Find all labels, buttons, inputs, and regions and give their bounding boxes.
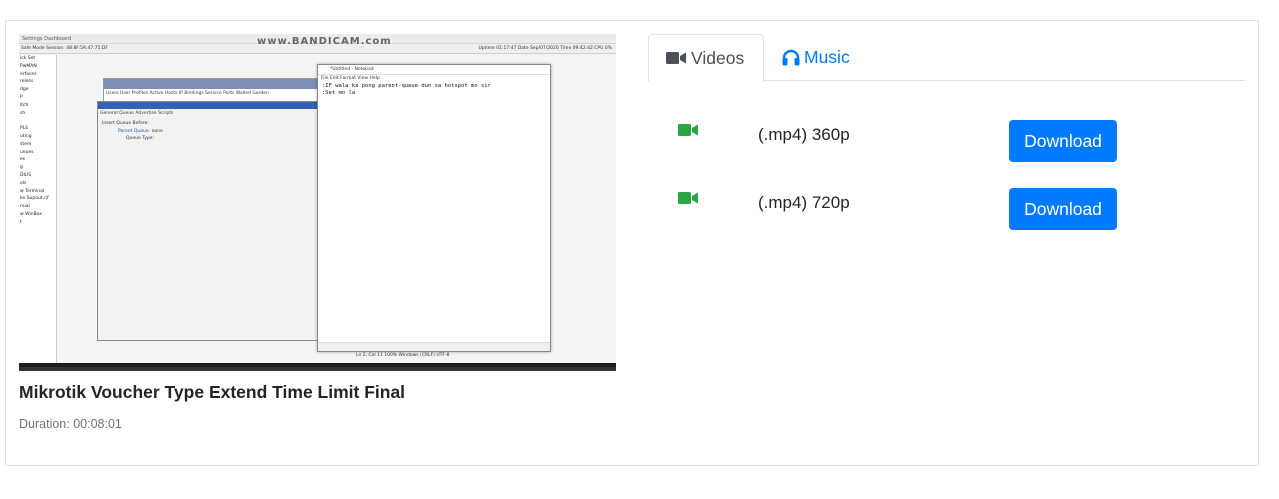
thumb-notepad-menu: File Edit Format View Help	[321, 76, 380, 81]
tab-videos[interactable]: Videos	[648, 34, 764, 82]
video-title: Mikrotik Voucher Type Extend Time Limit …	[19, 382, 406, 402]
thumb-field-label: Parent Queue:	[118, 129, 151, 134]
thumb-toolbar-text: Safe Mode Session: 48:8F:5A:47:75:DF	[21, 46, 108, 51]
thumb-sidebar-item: uting	[20, 133, 32, 139]
thumb-field-label: Queue Type:	[126, 136, 155, 141]
thumb-notepad-window: *Untitled - Notepad File Edit Format Vie…	[317, 64, 551, 358]
thumb-sidebar-item: dge	[20, 87, 29, 93]
thumb-sidebar-item: PwMAN	[20, 63, 37, 69]
format-label: (.mp4) 360p	[758, 125, 850, 144]
video-camera-icon	[678, 123, 699, 142]
thumb-sidebar-item: t	[20, 219, 22, 225]
thumb-sidebar-item: ueues	[20, 149, 34, 155]
thumb-notepad-title: *Untitled - Notepad	[318, 65, 550, 75]
thumb-sidebar-item: ick Set	[20, 56, 36, 61]
download-360p-button[interactable]: Download	[1009, 120, 1117, 162]
download-720p-button[interactable]: Download	[1009, 188, 1117, 230]
thumb-hotspot-tabs: Users User Profiles Active Hosts IP Bind…	[106, 91, 269, 96]
thumb-sidebar: ick Set PwMAN erfaces reless dge P itch …	[19, 55, 57, 367]
thumb-sidebar-item: w WinBox	[20, 211, 42, 217]
thumb-field-value: none	[151, 129, 163, 134]
tab-music[interactable]: Music	[764, 34, 867, 81]
format-label: (.mp4) 720p	[758, 193, 850, 212]
thumb-sidebar-item: reless	[20, 79, 34, 85]
video-duration: Duration: 00:08:01	[19, 417, 122, 431]
thumb-sidebar-item: P	[20, 94, 23, 100]
thumb-sidebar-item	[20, 117, 56, 125]
thumb-sidebar-item: sh	[20, 110, 26, 116]
thumb-sidebar-item: nual	[20, 204, 30, 210]
thumb-notepad-status-text: Ln 2, Col 11 100% Windows (CRLF) UTF-8	[356, 353, 450, 358]
format-tabs: Videos Music	[648, 34, 1245, 82]
video-thumbnail[interactable]: Settings Dashboard www.BANDICAM.com Safe…	[19, 34, 616, 371]
tab-videos-label: Videos	[691, 47, 745, 68]
thumb-sidebar-item: erfaces	[20, 71, 37, 77]
thumb-sidebar-item: ke Supout.rif	[20, 196, 49, 202]
thumb-sidebar-item: PLS	[20, 126, 29, 132]
thumb-sidebar-item: es	[20, 157, 26, 163]
thumb-sidebar-item: itch	[20, 102, 29, 108]
tab-music-label: Music	[804, 47, 850, 67]
headphones-icon	[782, 49, 800, 66]
video-card: Settings Dashboard www.BANDICAM.com Safe…	[5, 20, 1259, 466]
thumb-sidebar-item: g	[20, 165, 23, 171]
video-camera-icon	[678, 191, 699, 210]
thumb-notepad-status: Ln 2, Col 11 100% Windows (CRLF) UTF-8	[318, 342, 550, 358]
thumb-sidebar-item: ols	[20, 180, 27, 186]
format-row-720p: (.mp4) 720p Download	[648, 159, 1245, 230]
thumb-field-label: Insert Queue Before:	[102, 121, 149, 126]
thumb-sidebar-item: w Terminal	[20, 188, 45, 194]
thumb-status-text: Uptime 01:17:47 Date Sep/07/2020 Time 09…	[478, 46, 613, 51]
thumb-sidebar-item: stem	[20, 141, 32, 147]
thumb-taskbar	[19, 363, 616, 367]
thumb-profile-window: Hotspot User Profile <3minutes> General …	[97, 101, 329, 341]
thumb-sidebar-item: DIUS	[20, 172, 31, 178]
thumb-toolbar: Safe Mode Session: 48:8F:5A:47:75:DF Upt…	[19, 44, 616, 54]
format-row-360p: (.mp4) 360p Download	[648, 91, 1245, 162]
thumb-notepad-text: :IF wala ka pong parent-queue dun sa hot…	[322, 83, 491, 96]
video-camera-icon	[666, 51, 687, 65]
